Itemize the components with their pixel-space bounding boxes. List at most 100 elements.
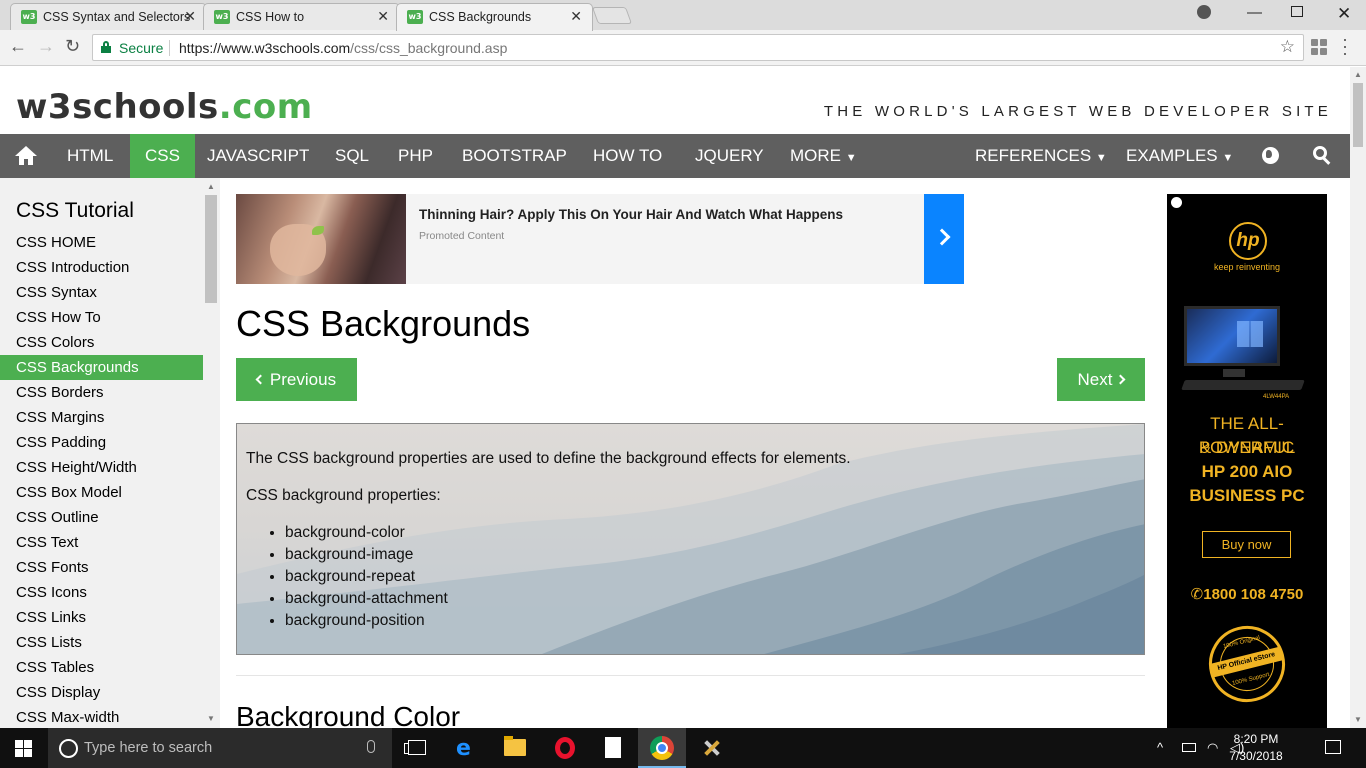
scroll-down-icon[interactable]: ▼ <box>207 714 215 723</box>
address-bar[interactable]: Secure https://www.w3schools.com/css/css… <box>92 34 1304 61</box>
wifi-icon[interactable]: ◠ <box>1207 740 1218 756</box>
chevron-up-icon[interactable]: ^ <box>1157 740 1163 755</box>
ad-banner[interactable]: Thinning Hair? Apply This On Your Hair A… <box>236 194 964 284</box>
properties-list: background-color background-image backgr… <box>285 522 448 632</box>
battery-icon[interactable] <box>1182 743 1196 752</box>
edge-taskbar-button[interactable]: e <box>443 728 491 768</box>
nav-css[interactable]: CSS <box>130 134 195 178</box>
scroll-up-icon[interactable]: ▲ <box>1354 70 1362 79</box>
browser-menu-icon[interactable]: · · · <box>1342 30 1348 62</box>
notepad-taskbar-button[interactable] <box>589 728 637 768</box>
taskbar-search-placeholder: Type here to search <box>84 740 213 756</box>
nav-more[interactable]: MORE ▼ <box>775 134 872 178</box>
microphone-icon[interactable] <box>367 740 375 753</box>
sidebar-item-css-syntax[interactable]: CSS Syntax <box>0 280 203 305</box>
restore-button[interactable] <box>1291 6 1303 17</box>
sidebar-item-css-display[interactable]: CSS Display <box>0 680 203 705</box>
action-center-icon[interactable] <box>1325 740 1341 754</box>
buy-now-button[interactable]: Buy now <box>1202 531 1291 558</box>
sidebar-item-css-lists[interactable]: CSS Lists <box>0 630 203 655</box>
nav-html[interactable]: HTML <box>52 134 128 178</box>
close-icon[interactable]: ✕ <box>184 8 196 25</box>
ad-photo <box>236 194 406 284</box>
sidebar-item-css-icons[interactable]: CSS Icons <box>0 580 203 605</box>
adchoices-icon[interactable] <box>1171 197 1182 208</box>
taskbar-clock[interactable]: 8:20 PM 7/30/2018 <box>1226 731 1286 765</box>
site-logo[interactable]: w3schools.com <box>16 87 313 127</box>
ad-headline[interactable]: Thinning Hair? Apply This On Your Hair A… <box>419 207 843 222</box>
reload-icon[interactable]: ↻ <box>65 36 80 57</box>
sidebar-item-css-max-width[interactable]: CSS Max-width <box>0 705 203 728</box>
chrome-taskbar-button[interactable] <box>638 728 686 768</box>
nav-jquery[interactable]: JQUERY <box>680 134 779 178</box>
sidebar-item-css-links[interactable]: CSS Links <box>0 605 203 630</box>
sidebar-item-css-fonts[interactable]: CSS Fonts <box>0 555 203 580</box>
chevron-right-icon <box>933 228 951 246</box>
sidebar-item-css-backgrounds[interactable]: CSS Backgrounds <box>0 355 203 380</box>
nav-bootstrap[interactable]: BOOTSTRAP <box>447 134 582 178</box>
sidebar-item-css-how-to[interactable]: CSS How To <box>0 305 203 330</box>
taskbar-search-box[interactable]: Type here to search <box>48 728 392 768</box>
search-icon[interactable] <box>1313 146 1333 166</box>
sidebar-scrollbar-thumb[interactable] <box>205 195 217 303</box>
new-tab-button[interactable] <box>591 7 633 24</box>
sidebar-heading: CSS Tutorial <box>16 199 134 222</box>
sidebar-item-css-introduction[interactable]: CSS Introduction <box>0 255 203 280</box>
minimize-button[interactable]: — <box>1247 4 1262 21</box>
nav-examples[interactable]: EXAMPLES ▼ <box>1111 134 1248 178</box>
page-scrollbar-thumb[interactable] <box>1353 83 1363 147</box>
url-path: /css/css_background.asp <box>350 40 508 56</box>
sidebar-item-css-height-width[interactable]: CSS Height/Width <box>0 455 203 480</box>
tab-css-backgrounds[interactable]: w3 CSS Backgrounds ✕ <box>396 3 593 31</box>
back-arrow-icon[interactable]: ← <box>9 36 27 57</box>
ad-arrow-button[interactable] <box>924 194 964 284</box>
nav-javascript[interactable]: JAVASCRIPT <box>192 134 324 178</box>
extension-icon[interactable] <box>1311 39 1327 55</box>
previous-button[interactable]: Previous <box>236 358 357 401</box>
tab-css-how-to[interactable]: w3 CSS How to ✕ <box>203 3 400 30</box>
tab-css-syntax[interactable]: w3 CSS Syntax and Selectors ✕ <box>10 3 207 30</box>
next-button[interactable]: Next <box>1057 358 1145 401</box>
sidebar-item-css-tables[interactable]: CSS Tables <box>0 655 203 680</box>
official-estore-seal: 100% Original HP Official eStore 100% Su… <box>1200 617 1294 711</box>
nav-more-label: MORE <box>790 146 841 165</box>
nav-home[interactable] <box>0 134 52 178</box>
hp-slogan: keep reinventing <box>1213 262 1281 272</box>
previous-label: Previous <box>269 370 337 389</box>
sidebar-item-css-outline[interactable]: CSS Outline <box>0 505 203 530</box>
scroll-up-icon[interactable]: ▲ <box>207 182 215 191</box>
sidebar-item-css-margins[interactable]: CSS Margins <box>0 405 203 430</box>
opera-taskbar-button[interactable] <box>540 728 588 768</box>
background-demo-box: The CSS background properties are used t… <box>236 423 1145 655</box>
hp-phone-number: 1800 108 4750 <box>1203 586 1304 603</box>
sidebar-item-css-home[interactable]: CSS HOME <box>0 230 203 255</box>
forward-arrow-icon[interactable]: → <box>37 36 55 57</box>
web-page: w3schools.com THE WORLD'S LARGEST WEB DE… <box>0 67 1350 728</box>
sidebar-item-css-box-model[interactable]: CSS Box Model <box>0 480 203 505</box>
nav-how-to[interactable]: HOW TO <box>578 134 677 178</box>
globe-icon[interactable] <box>1262 147 1279 164</box>
window-close-button[interactable]: ✕ <box>1337 4 1351 24</box>
hp-ad[interactable]: hp keep reinventing 4LW44PA THE ALL-POWE… <box>1167 194 1327 728</box>
windows-start-icon[interactable] <box>15 740 32 757</box>
logo-suffix: .com <box>218 87 313 127</box>
computer-monitor-image <box>1184 306 1280 366</box>
list-item: background-image <box>285 544 448 566</box>
page-scrollbar[interactable]: ▲ ▼ <box>1350 67 1366 728</box>
scroll-down-icon[interactable]: ▼ <box>1354 715 1362 724</box>
sidebar-item-css-text[interactable]: CSS Text <box>0 530 203 555</box>
task-view-button[interactable] <box>392 728 440 768</box>
close-icon[interactable]: ✕ <box>377 8 389 25</box>
nav-php[interactable]: PHP <box>383 134 448 178</box>
close-icon[interactable]: ✕ <box>570 8 582 25</box>
nav-sql[interactable]: SQL <box>320 134 384 178</box>
bookmark-star-icon[interactable]: ☆ <box>1280 37 1295 57</box>
file-explorer-taskbar-button[interactable] <box>491 728 539 768</box>
tools-taskbar-button[interactable] <box>687 728 735 768</box>
profile-icon[interactable] <box>1197 5 1211 19</box>
address-separator <box>169 40 170 56</box>
sidebar-item-css-borders[interactable]: CSS Borders <box>0 380 203 405</box>
sidebar-item-css-colors[interactable]: CSS Colors <box>0 330 203 355</box>
nav-references[interactable]: REFERENCES ▼ <box>960 134 1122 178</box>
sidebar-item-css-padding[interactable]: CSS Padding <box>0 430 203 455</box>
